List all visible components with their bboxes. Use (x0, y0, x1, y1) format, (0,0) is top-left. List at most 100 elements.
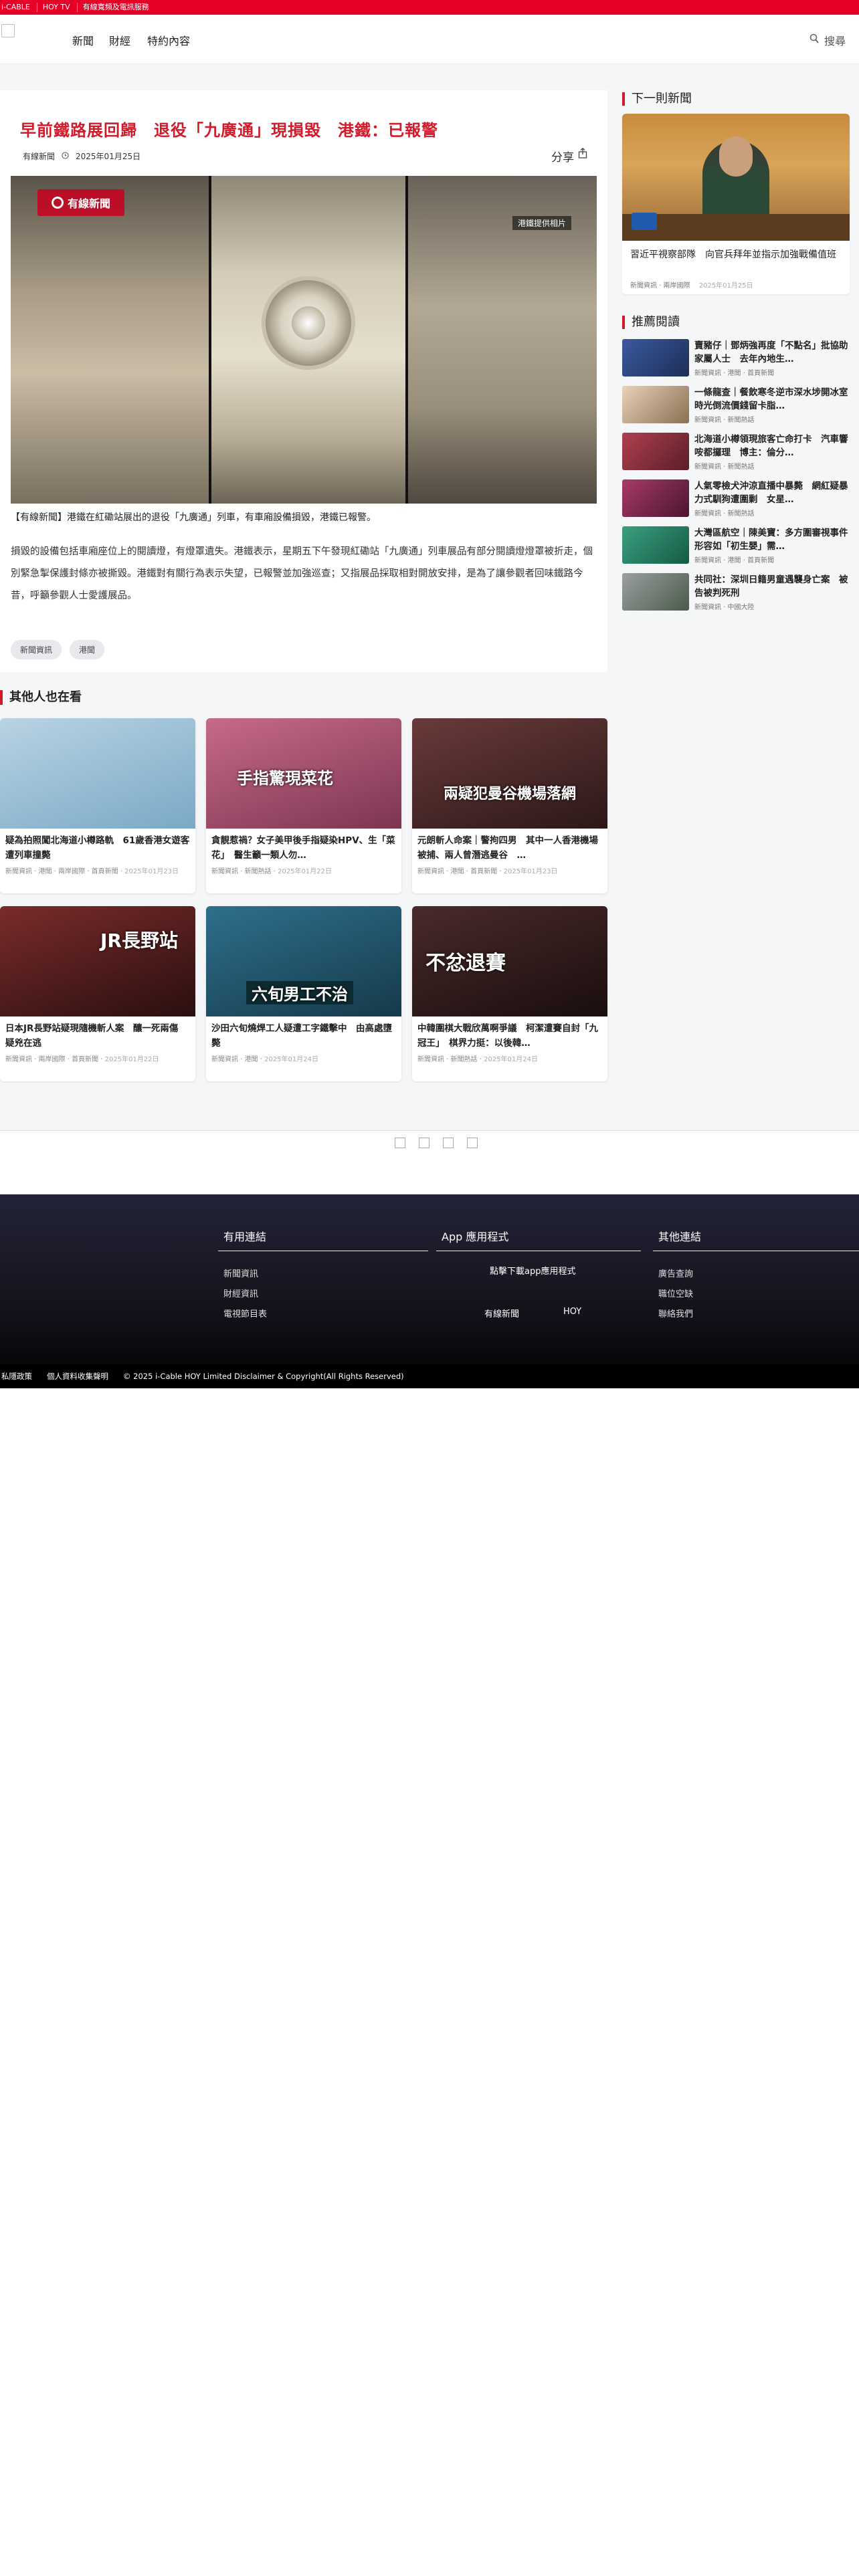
others-meta: 新聞資訊 · 新聞熱話 · 2025年01月22日 (211, 868, 332, 875)
recommended-title[interactable]: 共同社：深圳日籍男童遇襲身亡案 被告被判死刑 (694, 573, 850, 600)
article-card: 早前鐵路展回歸 退役「九廣通」現損毀 港鐵：已報警 有線新聞 2025年01月2… (0, 90, 607, 672)
others-card[interactable]: JR長野站 日本JR長野站疑現隨機斬人案 釀一死兩傷 疑兇在逃 新聞資訊 · 兩… (0, 906, 195, 1081)
privacy-policy-link[interactable]: 私隱政策 (1, 1371, 32, 1382)
next-news-category: 新聞資訊 · 兩岸國際 (630, 282, 690, 290)
article-source[interactable]: 有線新聞 (23, 150, 55, 162)
recommended-title[interactable]: 大灣區航空｜陳美寶：多方圍審視事件 形容如「初生嬰」需… (694, 526, 850, 553)
search-button[interactable]: 搜尋 (809, 32, 846, 48)
ad-slot[interactable] (419, 1138, 430, 1148)
recommended-title[interactable]: 一條龍查｜餐飲寒冬逆市深水埗開冰室 時光倒流價錢留卡脂… (694, 386, 850, 413)
footer-app-tagline: 點擊下載app應用程式 (490, 1267, 576, 1277)
recommended-title[interactable]: 人氣零檢犬沖涼直播中暴斃 網紅疑暴力式馴狗遭圍剿 女星… (694, 479, 850, 506)
recommended-item[interactable]: 一條龍查｜餐飲寒冬逆市深水埗開冰室 時光倒流價錢留卡脂… 新聞資訊 · 新聞熱話 (622, 386, 850, 426)
hero-divider (209, 176, 211, 504)
topbar-link-icable[interactable]: i-CABLE (0, 3, 37, 12)
others-thumb-headline: 不忿退賽 (425, 952, 506, 975)
next-news-title[interactable]: 習近平視察部隊 向官兵拜年並指示加強戰備值班 (630, 247, 842, 262)
others-meta: 新聞資訊 · 新聞熱話 · 2025年01月24日 (417, 1056, 538, 1063)
footer-link[interactable]: 財經資訊 (223, 1287, 258, 1299)
article-date: 2025年01月25日 (76, 152, 141, 161)
others-title[interactable]: 沙田六旬燒焊工人疑遭工字鐵擊中 由高處墮斃 (211, 1021, 396, 1052)
others-thumb (0, 718, 195, 829)
footer-link[interactable]: 廣告查詢 (658, 1267, 693, 1279)
recommended-item[interactable]: 賣豬仔｜鄧炳強再度「不點名」批協助家屬人士 去年內地生… 新聞資訊 · 港聞 ·… (622, 339, 850, 379)
others-card[interactable]: 六旬男工不治 沙田六旬燒焊工人疑遭工字鐵擊中 由高處墮斃 新聞資訊 · 港聞 ·… (206, 906, 401, 1081)
footer-app-cable-news[interactable]: 有線新聞 (484, 1307, 519, 1319)
recommended-item[interactable]: 大灣區航空｜陳美寶：多方圍審視事件 形容如「初生嬰」需… 新聞資訊 · 港聞 ·… (622, 526, 850, 566)
others-thumb: JR長野站 (0, 906, 195, 1016)
others-meta: 新聞資訊 · 港聞 · 兩岸國際 · 首頁新聞 · 2025年01月23日 (5, 868, 179, 875)
others-card[interactable]: 不忿退賽 中韓圍棋大戰欣萬啊爭議 柯潔遭賽自封「九冠王」 棋界力挺：以後韓… 新… (412, 906, 607, 1081)
site-logo[interactable] (1, 24, 15, 37)
reading-lamp-bulb (292, 306, 325, 340)
others-date: 2025年01月24日 (264, 1056, 318, 1063)
photo-credit: 港鐵提供相片 (512, 216, 571, 230)
recommended-item[interactable]: 人氣零檢犬沖涼直播中暴斃 網紅疑暴力式馴狗遭圍剿 女星… 新聞資訊 · 新聞熱話 (622, 479, 850, 520)
recommended-meta: 新聞資訊 · 港聞 · 首頁新聞 (694, 370, 775, 377)
topbar-link-broadband[interactable]: 有線寬頻及電訊服務 (82, 3, 156, 12)
recommended-meta: 新聞資訊 · 新聞熱話 (694, 417, 755, 424)
nav-item-news[interactable]: 新聞 (72, 32, 94, 48)
topbar-link-hoytv[interactable]: HOY TV (41, 3, 78, 12)
article-caption: 【有線新聞】港鐵在紅磡站展出的退役「九廣通」列車，有車廂設備損毀，港鐵已報警。 (11, 512, 376, 523)
others-date: 2025年01月24日 (484, 1056, 538, 1063)
others-thumb-headline: JR長野站 (100, 930, 178, 952)
footer-link[interactable]: 電視節目表 (223, 1307, 267, 1319)
others-category: 新聞資訊 · 港聞 · 兩岸國際 · 首頁新聞 (5, 868, 118, 875)
article-title: 早前鐵路展回歸 退役「九廣通」現損毀 港鐵：已報警 (20, 121, 438, 140)
recommended-item[interactable]: 北海道小樽領現旅客亡命打卡 汽車響咹都攞理 博主：倫分… 新聞資訊 · 新聞熱話 (622, 433, 850, 473)
others-title[interactable]: 疑為拍照闖北海道小樽路軌 61歲香港女遊客遭列車撞斃 (5, 833, 190, 864)
others-title[interactable]: 中韓圍棋大戰欣萬啊爭議 柯潔遭賽自封「九冠王」 棋界力挺：以後韓… (417, 1021, 602, 1052)
footer-link[interactable]: 職位空缺 (658, 1287, 693, 1299)
footer-heading-useful-links: 有用連結 (223, 1230, 267, 1243)
others-card[interactable]: 疑為拍照闖北海道小樽路軌 61歲香港女遊客遭列車撞斃 新聞資訊 · 港聞 · 兩… (0, 718, 195, 893)
others-category: 新聞資訊 · 港聞 · 首頁新聞 (417, 868, 498, 875)
recommended-title[interactable]: 賣豬仔｜鄧炳強再度「不點名」批協助家屬人士 去年內地生… (694, 339, 850, 366)
others-category: 新聞資訊 · 新聞熱話 (211, 868, 272, 875)
recommended-meta: 新聞資訊 · 中國大陸 (694, 604, 755, 611)
nav-item-special[interactable]: 特約內容 (147, 32, 190, 48)
article-hero-image[interactable]: 有線新聞 港鐵提供相片 (11, 176, 597, 504)
recommended-thumb (622, 339, 689, 377)
recommended-meta: 新聞資訊 · 港聞 · 首頁新聞 (694, 557, 775, 564)
footer-link[interactable]: 新聞資訊 (223, 1267, 258, 1279)
next-news-face (719, 136, 753, 177)
pics-link[interactable]: 個人資料收集聲明 (47, 1371, 108, 1382)
ad-row (0, 1130, 859, 1167)
footer-link[interactable]: 聯絡我們 (658, 1307, 693, 1319)
footer-heading-app: App 應用程式 (442, 1230, 509, 1243)
recommended-title[interactable]: 北海道小樽領現旅客亡命打卡 汽車響咹都攞理 博主：倫分… (694, 433, 850, 459)
next-news-heading: 下一則新聞 (622, 92, 692, 106)
share-button[interactable]: 分享 (551, 147, 587, 165)
ad-slot[interactable] (467, 1138, 478, 1148)
recommended-item[interactable]: 共同社：深圳日籍男童遇襲身亡案 被告被判死刑 新聞資訊 · 中國大陸 (622, 573, 850, 613)
bottom-bar: 私隱政策 個人資料收集聲明 © 2025 i-Cable HOY Limited… (0, 1364, 859, 1388)
others-thumb-headline: 兩疑犯曼谷機場落網 (443, 786, 576, 802)
next-news-card[interactable]: 習近平視察部隊 向官兵拜年並指示加強戰備值班 新聞資訊 · 兩岸國際 2025年… (622, 114, 850, 294)
others-date: 2025年01月22日 (278, 868, 332, 875)
recommended-heading: 推薦閱讀 (622, 316, 680, 329)
others-card[interactable]: 兩疑犯曼谷機場落網 元朗斬人命案｜警拘四男 其中一人香港機場被捕、兩人曾潛逃曼谷… (412, 718, 607, 893)
article-meta: 有線新聞 2025年01月25日 (23, 150, 140, 162)
others-title[interactable]: 貪靚惹禍？女子美甲後手指疑染HPV、生「菜花」 醫生籲一類人勿… (211, 833, 396, 864)
others-title[interactable]: 日本JR長野站疑現隨機斬人案 釀一死兩傷 疑兇在逃 (5, 1021, 190, 1052)
hero-panel-left (11, 176, 209, 504)
ad-slot[interactable] (395, 1138, 405, 1148)
others-card[interactable]: 手指驚現菜花 貪靚惹禍？女子美甲後手指疑染HPV、生「菜花」 醫生籲一類人勿… … (206, 718, 401, 893)
recommended-thumb (622, 479, 689, 517)
search-label: 搜尋 (824, 35, 846, 47)
recommended-thumb (622, 573, 689, 611)
recommended-meta: 新聞資訊 · 新聞熱話 (694, 510, 755, 518)
others-category: 新聞資訊 · 港聞 (211, 1056, 258, 1063)
recommended-thumb (622, 433, 689, 470)
others-category: 新聞資訊 · 兩岸國際 · 首頁新聞 (5, 1056, 99, 1063)
footer-app-hoy[interactable]: HOY (563, 1307, 581, 1317)
tag-hk-news[interactable]: 港聞 (70, 640, 105, 659)
others-title[interactable]: 元朗斬人命案｜警拘四男 其中一人香港機場被捕、兩人曾潛逃曼谷 … (417, 833, 602, 864)
ad-slot[interactable] (443, 1138, 454, 1148)
clock-icon (62, 151, 69, 161)
tag-news[interactable]: 新聞資訊 (11, 640, 62, 659)
share-icon (578, 147, 587, 165)
nav-item-finance[interactable]: 財經 (109, 32, 130, 48)
recommended-meta: 新聞資訊 · 新聞熱話 (694, 463, 755, 471)
